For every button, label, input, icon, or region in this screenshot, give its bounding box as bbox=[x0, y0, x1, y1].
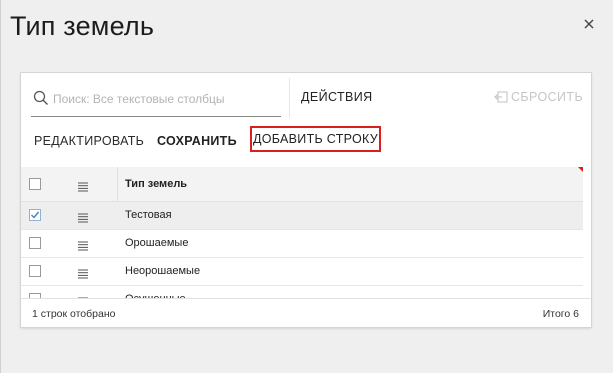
save-button[interactable]: СОХРАНИТЬ bbox=[157, 134, 237, 148]
total-count: Итого 6 bbox=[542, 308, 579, 320]
search-icon[interactable] bbox=[33, 90, 49, 106]
table-row[interactable]: Неорошаемые bbox=[21, 258, 583, 286]
data-grid: Тип земель Тестовая Орошаемые Неорошаемы… bbox=[21, 167, 583, 314]
cell-land-type[interactable]: Неорошаемые bbox=[125, 265, 200, 277]
close-icon[interactable] bbox=[580, 15, 598, 33]
column-header-land-type[interactable]: Тип земель bbox=[125, 178, 187, 190]
grid-header: Тип земель bbox=[21, 167, 583, 202]
drag-handle-icon[interactable] bbox=[77, 238, 89, 251]
edit-button[interactable]: РЕДАКТИРОВАТЬ bbox=[34, 134, 144, 148]
add-row-button[interactable]: ДОБАВИТЬ СТРОКУ bbox=[250, 126, 381, 152]
column-divider bbox=[117, 167, 118, 201]
row-checkbox[interactable] bbox=[29, 237, 41, 249]
toolbar-divider bbox=[289, 78, 290, 118]
search-input[interactable] bbox=[53, 88, 279, 110]
table-row[interactable]: Тестовая bbox=[21, 202, 583, 230]
row-checkbox[interactable] bbox=[29, 265, 41, 277]
search-bar bbox=[31, 86, 281, 117]
select-all-checkbox[interactable] bbox=[29, 178, 41, 190]
drag-handle-icon[interactable] bbox=[77, 210, 89, 223]
interactive-grid-region: ДЕЙСТВИЯ СБРОСИТЬ РЕДАКТИРОВАТЬ СОХРАНИТ… bbox=[21, 73, 591, 327]
cell-land-type[interactable]: Тестовая bbox=[125, 209, 172, 221]
reset-button: СБРОСИТЬ bbox=[494, 90, 583, 104]
reset-label: СБРОСИТЬ bbox=[511, 90, 584, 104]
drag-handle-icon[interactable] bbox=[77, 266, 89, 279]
row-actions-icon[interactable] bbox=[77, 179, 89, 192]
dialog: Тип земель ДЕЙСТВИЯ СБРОСИТЬ bbox=[0, 0, 613, 373]
required-marker bbox=[578, 167, 583, 172]
grid-footer: 1 строк отобрано Итого 6 bbox=[21, 298, 591, 327]
checkmark-icon bbox=[31, 211, 40, 219]
table-row[interactable]: Орошаемые bbox=[21, 230, 583, 258]
actions-button[interactable]: ДЕЙСТВИЯ bbox=[301, 90, 373, 104]
selection-count: 1 строк отобрано bbox=[32, 308, 116, 320]
row-checkbox[interactable] bbox=[29, 209, 41, 221]
dialog-title: Тип земель bbox=[10, 11, 155, 41]
reset-icon bbox=[494, 91, 508, 103]
cell-land-type[interactable]: Орошаемые bbox=[125, 237, 188, 249]
